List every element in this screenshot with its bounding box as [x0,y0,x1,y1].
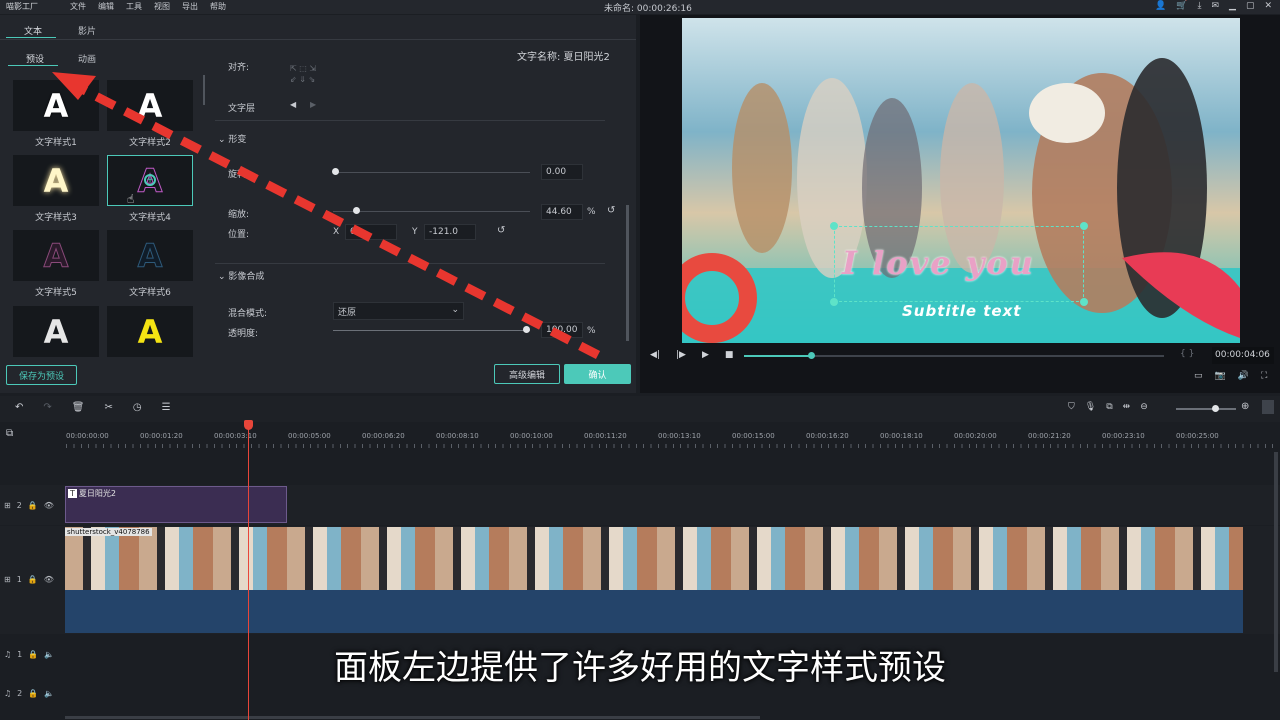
playback-progress[interactable] [744,355,1164,357]
add-track-icon[interactable]: ⧉ [6,428,13,439]
resize-handle[interactable] [830,222,838,230]
text-clip-label: 夏日阳光2 [78,489,116,498]
track-label-video: ⊞ 1 🔒 👁 [4,575,54,584]
playback-progress-fill [744,355,812,357]
video-clip-label: shutterstock_v4078786 [65,528,152,536]
shield-icon[interactable]: ⛉ [1068,402,1075,412]
preview-timecode: 00:00:04:06 [1212,347,1274,364]
fullscreen-icon[interactable]: ⛶ [1261,371,1267,381]
volume-icon[interactable]: 🔊 [1238,371,1249,381]
zoom-knob[interactable] [1212,405,1219,412]
split-icon[interactable]: ⇹ [1123,402,1131,412]
cut-icon[interactable]: ✂ [104,402,112,413]
music-icon: ♫ [4,689,12,698]
lock-icon[interactable]: 🔒 [28,501,38,510]
ruler-label: 00:00:21:20 [1028,432,1071,440]
eye-icon[interactable]: 👁 [44,575,54,584]
resize-handle[interactable] [1080,222,1088,230]
ruler-label: 00:00:03:10 [214,432,257,440]
timeline-scrollbar[interactable] [1274,452,1278,672]
ruler-label: 00:00:05:00 [288,432,331,440]
ruler-label: 00:00:10:00 [510,432,553,440]
ruler-label: 00:00:01:20 [140,432,183,440]
track-number: 2 [16,501,22,510]
prev-frame-icon[interactable]: ◀| [650,350,660,360]
monitor-icon[interactable]: ▭ [1194,371,1203,381]
subtitle-icon[interactable]: ⧉ [1106,402,1112,412]
lock-icon[interactable]: 🔒 [28,689,38,698]
ruler-label: 00:00:23:10 [1102,432,1145,440]
ruler-label: 00:00:25:00 [1176,432,1219,440]
grid-icon[interactable] [1262,400,1274,414]
mic-icon[interactable]: 🎙 [1085,402,1096,412]
cursor-hand-icon: ☝ [127,192,135,206]
resize-handle[interactable] [830,298,838,306]
track-label-text: ⊞ 2 🔒 👁 [4,501,54,510]
track-label-audio-2: ♫ 2 🔒 🔈 [4,689,54,698]
ruler-label: 00:00:11:20 [584,432,627,440]
timeline-toolbar: ↶ ↷ 🗑 ✂ ◷ ☰ ⛉ 🎙 ⧉ ⇹ ⊖ ⊕ [0,396,1280,422]
preview-tools: ▭ 📷 🔊 ⛶ [1194,371,1267,381]
zoom-slider[interactable] [1176,408,1236,410]
video-clip-thumbnails[interactable]: shutterstock_v4078786 [65,527,1243,590]
redo-icon[interactable]: ↷ [43,402,51,413]
preview-subtitle-text: Subtitle text [902,302,1022,320]
ruler-label: 00:00:18:10 [880,432,923,440]
ruler-label: 00:00:08:10 [436,432,479,440]
ruler-label: 00:00:20:00 [954,432,997,440]
video-frame: I love you Subtitle text [682,18,1240,343]
ruler-label: 00:00:00:00 [66,432,109,440]
timeline-ruler[interactable]: ⧉ 00:00:00:00 00:00:01:20 00:00:03:10 00:00… [0,422,1280,450]
playback-controls: ◀| |▶ ▶ ■ [650,350,733,360]
adjust-icon[interactable]: ☰ [162,402,171,413]
mark-brackets-icon[interactable]: { } [1180,349,1194,359]
play-icon[interactable]: ▶ [702,350,709,360]
step-icon[interactable]: |▶ [676,350,686,360]
zoom-out-icon[interactable]: ⊖ [1140,402,1148,412]
ruler-label: 00:00:15:00 [732,432,775,440]
ruler-label: 00:00:16:20 [806,432,849,440]
zoom-in-icon[interactable]: ⊕ [1241,401,1249,412]
preview-title-text: I love you [842,244,1035,282]
ruler-label: 00:00:06:20 [362,432,405,440]
eye-icon[interactable]: 👁 [44,501,54,510]
speaker-icon[interactable]: 🔈 [44,689,54,698]
stop-icon[interactable]: ■ [725,350,734,360]
delete-icon[interactable]: 🗑 [72,402,85,413]
arrow-shaft [77,84,601,359]
edit-tools: ↶ ↷ 🗑 ✂ ◷ ☰ [15,402,171,413]
lock-icon[interactable]: 🔒 [28,575,38,584]
undo-icon[interactable]: ↶ [15,402,23,413]
arrow-head [52,72,96,100]
ruler-label: 00:00:13:10 [658,432,701,440]
timeline-hscrollbar[interactable] [65,716,760,719]
track-number: 2 [17,689,23,698]
video-caption: 面板左边提供了许多好用的文字样式预设 [334,648,946,688]
audio-waveform-clip[interactable] [65,590,1243,633]
track-type-icon: ⊞ [4,501,11,510]
camera-icon[interactable]: 📷 [1215,371,1226,381]
text-clip[interactable]: T 夏日阳光2 [65,486,287,523]
text-clip-icon: T [68,489,77,498]
resize-handle[interactable] [1080,298,1088,306]
timeline-tools: ⛉ 🎙 ⧉ ⇹ ⊖ [1068,402,1148,412]
track-type-icon: ⊞ [4,575,11,584]
playhead-handle[interactable] [244,420,253,430]
speed-icon[interactable]: ◷ [133,402,142,413]
track-number: 1 [16,575,22,584]
